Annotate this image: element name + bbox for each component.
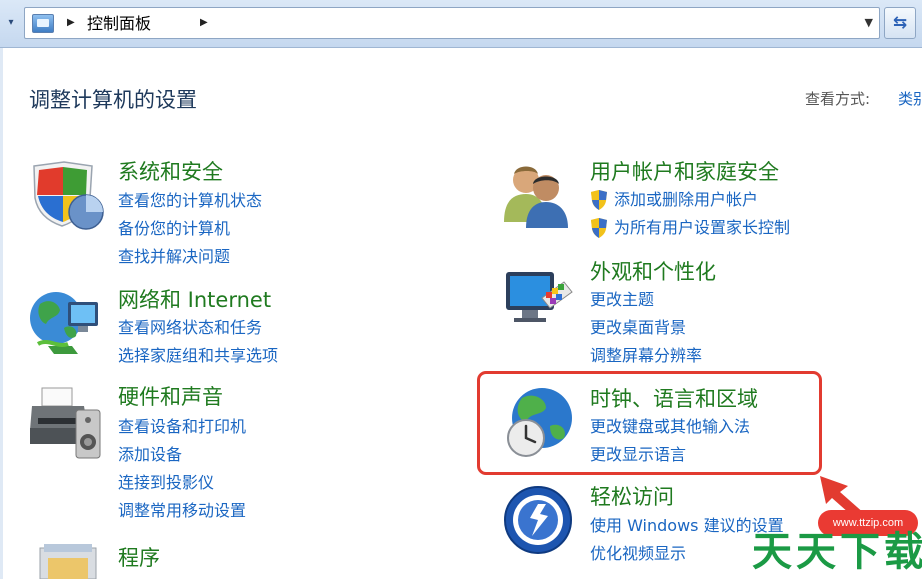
chevron-down-icon[interactable]: ▼ <box>865 16 873 29</box>
category-link[interactable]: 查看设备和打印机 <box>118 416 246 438</box>
page-title: 调整计算机的设置 <box>29 88 197 112</box>
category-link[interactable]: 查看您的计算机状态 <box>118 190 262 212</box>
category-title[interactable]: 硬件和声音 <box>118 384 223 410</box>
network-globe-icon[interactable] <box>28 288 108 360</box>
category-link[interactable]: 添加或删除用户帐户 <box>614 189 758 211</box>
category-link[interactable]: 为所有用户设置家长控制 <box>614 217 790 239</box>
category-link[interactable]: 查看网络状态和任务 <box>118 317 262 339</box>
printer-icon[interactable] <box>28 384 106 460</box>
address-bar[interactable]: ▶ 控制面板 ▶ ▼ <box>24 7 880 39</box>
programs-icon[interactable] <box>34 542 104 579</box>
uac-shield-icon <box>591 190 607 210</box>
users-icon[interactable] <box>500 160 578 230</box>
refresh-button[interactable]: ⇆ <box>884 7 916 39</box>
recent-pages-chevron-icon[interactable]: ▾ <box>2 14 20 32</box>
view-by-dropdown[interactable]: 类别 <box>898 88 922 109</box>
category-title[interactable]: 系统和安全 <box>118 159 223 185</box>
category-link[interactable]: 添加设备 <box>118 444 182 466</box>
category-title[interactable]: 网络和 Internet <box>118 287 271 313</box>
highlight-box <box>477 371 822 475</box>
address-toolbar: ▾ ▶ 控制面板 ▶ ▼ ⇆ <box>0 0 922 48</box>
refresh-icon: ⇆ <box>892 13 908 33</box>
monitor-palette-icon[interactable] <box>502 268 578 334</box>
category-link[interactable]: 更改桌面背景 <box>590 317 686 339</box>
breadcrumb-separator-icon[interactable]: ▶ <box>200 17 208 28</box>
category-link[interactable]: 更改主题 <box>590 289 654 311</box>
breadcrumb-separator-icon[interactable]: ▶ <box>67 17 75 28</box>
category-link[interactable]: 调整屏幕分辨率 <box>590 345 702 367</box>
category-link[interactable]: 调整常用移动设置 <box>118 500 246 522</box>
ease-of-access-icon[interactable] <box>502 484 576 558</box>
category-title[interactable]: 用户帐户和家庭安全 <box>590 159 779 185</box>
control-panel-icon <box>32 14 54 33</box>
category-title[interactable]: 外观和个性化 <box>590 259 716 285</box>
category-title[interactable]: 程序 <box>118 545 160 571</box>
category-link[interactable]: 备份您的计算机 <box>118 218 230 240</box>
shield-chart-icon[interactable] <box>28 160 106 230</box>
category-link[interactable]: 优化视频显示 <box>590 543 686 565</box>
watermark-logo: 天天下载 <box>752 529 922 575</box>
category-title[interactable]: 轻松访问 <box>590 484 674 510</box>
breadcrumb-control-panel[interactable]: 控制面板 <box>87 13 151 35</box>
window-left-border <box>0 48 3 579</box>
category-link[interactable]: 选择家庭组和共享选项 <box>118 345 278 367</box>
category-link[interactable]: 查找并解决问题 <box>118 246 230 268</box>
category-link[interactable]: 连接到投影仪 <box>118 472 214 494</box>
view-by-label: 查看方式: <box>805 90 871 108</box>
uac-shield-icon <box>591 218 607 238</box>
